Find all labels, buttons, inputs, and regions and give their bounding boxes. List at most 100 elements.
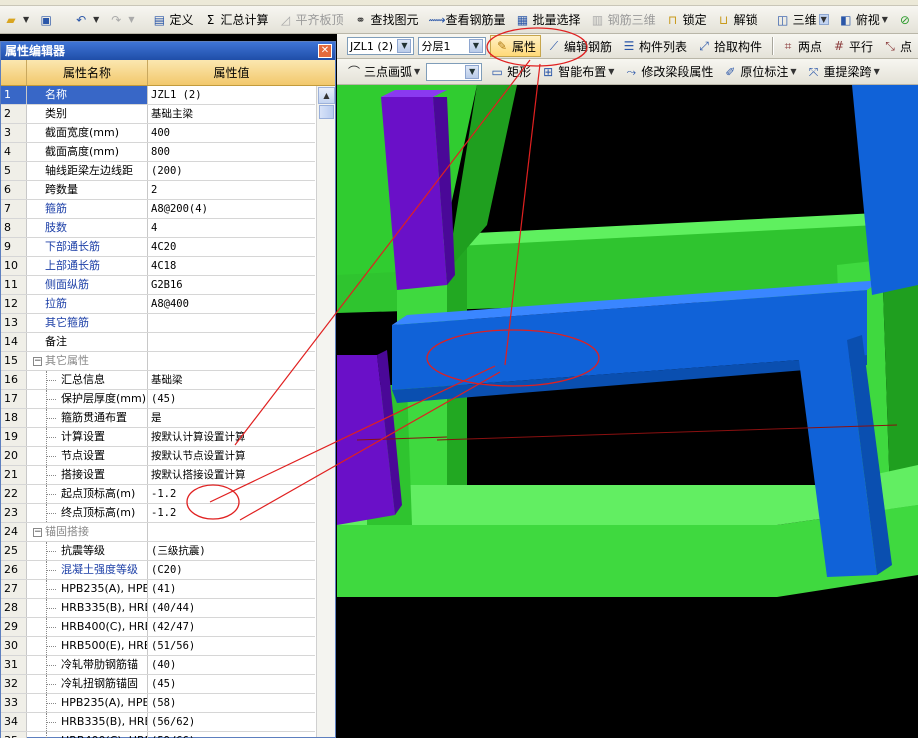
property-row[interactable]: 23 终点顶标高(m) -1.2 <box>1 504 315 523</box>
property-value[interactable]: 基础梁 <box>148 371 315 389</box>
arc-option-select[interactable]: ▼ <box>426 62 483 81</box>
property-value[interactable]: (59/66) <box>148 732 315 738</box>
property-value[interactable]: (三级抗震) <box>148 542 315 560</box>
property-row[interactable]: 10 上部通长筋 4C18 <box>1 257 315 276</box>
property-value[interactable]: -1.2 <box>148 485 315 503</box>
floor-select[interactable]: 分层1 ▼ <box>418 37 486 55</box>
property-row[interactable]: 13 其它箍筋 <box>1 314 315 333</box>
summary-calc-button[interactable]: Σ 汇总计算 <box>199 9 272 31</box>
property-row[interactable]: 27 HPB235(A), HPB3 (41) <box>1 580 315 599</box>
property-value[interactable]: (51/56) <box>148 637 315 655</box>
property-row[interactable]: 32 冷轧扭钢筋锚固 (45) <box>1 675 315 694</box>
smart-layout-button[interactable]: ⊞ 智能布置 ▼ <box>537 61 618 83</box>
component-select[interactable]: JZL1 (2) ▼ <box>347 37 415 55</box>
scroll-up-icon[interactable]: ▲ <box>318 87 335 104</box>
property-value[interactable]: JZL1 (2) <box>148 86 315 104</box>
find-element-button[interactable]: ⚭ 查找图元 <box>350 9 423 31</box>
property-row[interactable]: 11 侧面纵筋 G2B16 <box>1 276 315 295</box>
batch-select-button[interactable]: ▦ 批量选择 <box>512 9 585 31</box>
rectangle-button[interactable]: ▭ 矩形 <box>486 61 535 83</box>
property-value[interactable]: -1.2 <box>148 504 315 522</box>
component-list-button[interactable]: ☰ 构件列表 <box>618 35 691 57</box>
property-row[interactable]: 21 搭接设置 按默认搭接设置计算 <box>1 466 315 485</box>
close-icon[interactable]: ✕ <box>318 44 332 58</box>
3d-viewport[interactable] <box>337 85 918 738</box>
collapse-toggle-icon[interactable]: − <box>33 527 42 537</box>
property-value[interactable]: (41) <box>148 580 315 598</box>
property-value[interactable]: 2 <box>148 181 315 199</box>
property-value[interactable]: 基础主梁 <box>148 105 315 123</box>
property-row[interactable]: 20 节点设置 按默认节点设置计算 <box>1 447 315 466</box>
undo-button[interactable]: ↶ ▼ <box>70 9 103 31</box>
property-row[interactable]: 35 HRB400(C), HRBF(59/66) <box>1 732 315 738</box>
property-row[interactable]: 25 抗震等级 (三级抗震) <box>1 542 315 561</box>
parallel-button[interactable]: # 平行 <box>828 35 877 57</box>
property-value[interactable]: (40) <box>148 656 315 674</box>
define-button[interactable]: ▤ 定义 <box>148 9 197 31</box>
property-value[interactable]: (45) <box>148 675 315 693</box>
scroll-thumb[interactable] <box>319 105 334 119</box>
property-row[interactable]: 12 拉筋 A8@400 <box>1 295 315 314</box>
view-rebar-qty-button[interactable]: ⟿ 查看钢筋量 <box>425 9 510 31</box>
point-button[interactable]: ⤡ 点 <box>879 35 916 57</box>
property-row[interactable]: 1 名称 JZL1 (2) <box>1 86 315 105</box>
property-value[interactable]: (42/47) <box>148 618 315 636</box>
property-row[interactable]: 3 截面宽度(mm) 400 <box>1 124 315 143</box>
property-row[interactable]: 4 截面高度(mm) 800 <box>1 143 315 162</box>
property-value[interactable]: 4C18 <box>148 257 315 275</box>
property-value[interactable]: G2B16 <box>148 276 315 294</box>
top-view-button[interactable]: ◧ 俯视 ▼ <box>835 9 892 31</box>
vertical-scrollbar[interactable]: ▲ <box>316 86 335 737</box>
property-row[interactable]: 15− 其它属性 <box>1 352 315 371</box>
property-value[interactable]: 按默认搭接设置计算 <box>148 466 315 484</box>
property-row[interactable]: 9 下部通长筋 4C20 <box>1 238 315 257</box>
lock-button[interactable]: ⊓ 锁定 <box>662 9 711 31</box>
property-row[interactable]: 17 保护层厚度(mm) (45) <box>1 390 315 409</box>
property-row[interactable]: 8 肢数 4 <box>1 219 315 238</box>
property-row[interactable]: 18 箍筋贯通布置 是 <box>1 409 315 428</box>
overflow-tool-button[interactable]: ⊘ <box>894 9 918 31</box>
rebar-3d-button[interactable]: ▥ 钢筋三维 <box>587 9 660 31</box>
property-row[interactable]: 34 HRB335(B), HRBF(56/62) <box>1 713 315 732</box>
property-value[interactable]: (56/62) <box>148 713 315 731</box>
property-value[interactable]: 400 <box>148 124 315 142</box>
3d-view-button[interactable]: ◫ 三维 ▼ <box>772 9 833 31</box>
open-button[interactable]: ▰ ▼ <box>0 9 33 31</box>
property-row[interactable]: 30 HRB500(E), HRBF(51/56) <box>1 637 315 656</box>
property-row[interactable]: 24− 锚固搭接 <box>1 523 315 542</box>
property-row[interactable]: 29 HRB400(C), HRBF(42/47) <box>1 618 315 637</box>
modify-beam-segment-button[interactable]: ⤳ 修改梁段属性 <box>620 61 717 83</box>
property-row[interactable]: 2 类别 基础主梁 <box>1 105 315 124</box>
property-value[interactable]: 4C20 <box>148 238 315 256</box>
property-value[interactable] <box>148 333 315 351</box>
property-row[interactable]: 16 汇总信息 基础梁 <box>1 371 315 390</box>
property-row[interactable]: 28 HRB335(B), HRBF(40/44) <box>1 599 315 618</box>
property-row[interactable]: 6 跨数量 2 <box>1 181 315 200</box>
three-point-arc-button[interactable]: ⌒ 三点画弧 ▼ <box>343 61 424 83</box>
edit-rebar-button[interactable]: ⟋ 编辑钢筋 <box>543 35 616 57</box>
align-slab-top-button[interactable]: ◿ 平齐板顶 <box>275 9 348 31</box>
property-row[interactable]: 22 起点顶标高(m) -1.2 <box>1 485 315 504</box>
two-point-button[interactable]: ⌗ 两点 <box>777 35 826 57</box>
property-value[interactable]: A8@400 <box>148 295 315 313</box>
save-button[interactable]: ▣ <box>35 9 60 31</box>
unlock-button[interactable]: ⊔ 解锁 <box>713 9 762 31</box>
property-value[interactable]: 按默认节点设置计算 <box>148 447 315 465</box>
property-value[interactable]: (58) <box>148 694 315 712</box>
property-row[interactable]: 5 轴线距梁左边线距 (200) <box>1 162 315 181</box>
property-value[interactable]: 是 <box>148 409 315 427</box>
property-value[interactable]: (C20) <box>148 561 315 579</box>
property-row[interactable]: 31 冷轧带肋钢筋锚 (40) <box>1 656 315 675</box>
property-value[interactable]: (40/44) <box>148 599 315 617</box>
property-row[interactable]: 33 HPB235(A), HPB3 (58) <box>1 694 315 713</box>
property-row[interactable]: 14 备注 <box>1 333 315 352</box>
reextract-span-button[interactable]: ⤧ 重提梁跨 ▼ <box>803 61 884 83</box>
in-situ-label-button[interactable]: ✐ 原位标注 ▼ <box>719 61 800 83</box>
collapse-toggle-icon[interactable]: − <box>33 356 42 366</box>
pick-component-button[interactable]: ⤢ 拾取构件 <box>693 35 766 57</box>
property-value[interactable]: (200) <box>148 162 315 180</box>
property-row[interactable]: 7 箍筋 A8@200(4) <box>1 200 315 219</box>
redo-button[interactable]: ↷ ▼ <box>105 9 138 31</box>
properties-button[interactable]: ✎ 属性 <box>489 35 541 57</box>
property-value[interactable]: 4 <box>148 219 315 237</box>
